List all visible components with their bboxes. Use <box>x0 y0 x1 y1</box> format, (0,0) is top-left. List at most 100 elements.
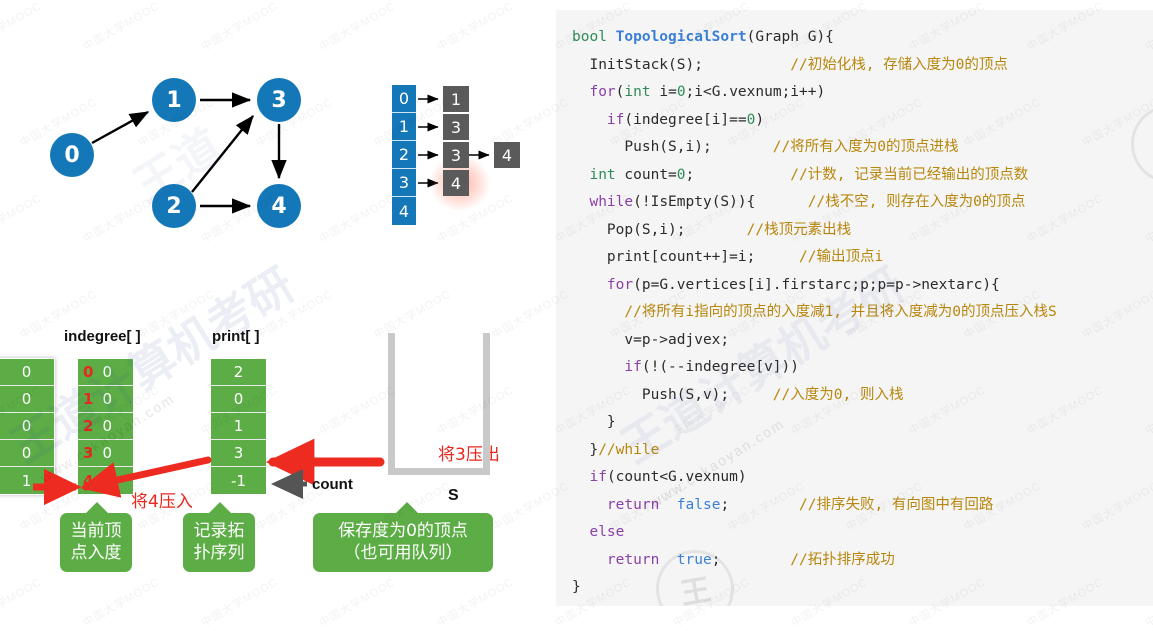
callout-stack-line2: （也可用队列） <box>343 543 463 564</box>
code-token: Pop(S,i); <box>572 221 747 238</box>
code-token: TopologicalSort <box>615 29 747 45</box>
indegree-row: 1 0 <box>78 386 133 413</box>
code-line: if(count<G.vexnum) <box>572 464 1057 492</box>
code-token: (p=G.vertices[i].firstarc;p;p=p->nextarc… <box>633 276 1000 293</box>
indegree-array: 0 0 1 0 2 0 3 0 4 0 <box>78 359 133 494</box>
code-line: else <box>572 519 1057 547</box>
code-line: Push(S,v); //入度为0, 则入栈 <box>572 382 1057 410</box>
adjacency-cell: 3 <box>443 114 469 140</box>
graph-node-4: 4 <box>257 184 301 228</box>
code-token: Push(S,i); <box>572 139 773 155</box>
adjacency-cell: 4 <box>494 142 520 168</box>
print-cell: -1 <box>211 467 266 494</box>
code-line: } <box>572 409 1057 437</box>
indegree-value: 0 <box>102 417 112 435</box>
code-token: false <box>676 496 721 513</box>
print-cell: 1 <box>211 413 266 440</box>
print-array: 2 0 1 3 -1 <box>211 359 266 494</box>
code-line: if(!(--indegree[v])) <box>572 354 1057 382</box>
indegree-index: 1 <box>83 390 94 408</box>
graph-node-3: 3 <box>257 78 301 122</box>
code-line: } <box>572 574 1057 602</box>
code-line: if(indegree[i]==0) <box>572 107 1057 135</box>
diagram-panel: 0 1 2 3 4 0 1 2 3 4 1 3 3 4 4 indegree[ … <box>0 0 530 617</box>
code-token: if <box>589 469 607 485</box>
code-token: //while <box>598 441 660 458</box>
code-token: //输出顶点i <box>798 249 884 265</box>
code-line: //将所有i指向的顶点的入度减1, 并且将入度减为0的顶点压入栈S <box>572 299 1056 327</box>
indegree-row: 2 0 <box>78 413 133 440</box>
indegree-value: 0 <box>102 471 112 490</box>
stack-cell: 0 <box>0 413 54 440</box>
indegree-index: 2 <box>83 417 94 435</box>
code-token: int <box>624 84 651 100</box>
stack-cell: 1 <box>0 467 54 494</box>
indegree-value: 0 <box>102 390 112 408</box>
code-token: if <box>624 359 642 375</box>
code-token: for <box>606 276 634 293</box>
code-token: (!IsEmpty(S)){ <box>633 194 808 210</box>
code-token: return <box>606 496 660 513</box>
code-token: if <box>606 111 625 128</box>
stack-s-label: S <box>448 487 459 504</box>
code-token: 0 <box>676 166 686 183</box>
code-token: v=p->adjvex; <box>572 331 730 348</box>
code-token: Push(S,v); <box>572 386 773 403</box>
callout-print-line1: 记录拓 <box>193 521 245 541</box>
callout-print-line2: 扑序列 <box>193 543 245 564</box>
callout-indegree-line1: 当前顶 <box>70 521 122 541</box>
code-token: ; <box>685 166 791 183</box>
print-cell: 2 <box>211 359 266 386</box>
stack-right-wall <box>483 333 490 475</box>
code-token: //将所有入度为0的顶点进栈 <box>772 139 959 155</box>
code-panel: bool TopologicalSort(Graph G){ InitStack… <box>556 10 1153 606</box>
code-token: ;i<G.vexnum;i++) <box>685 84 826 100</box>
push4-note: 将4压入 <box>131 492 193 512</box>
adjacency-index: 3 <box>392 169 416 197</box>
code-token: 0 <box>676 84 686 100</box>
indegree-index: 3 <box>83 444 94 462</box>
adjacency-cell: 4 <box>443 170 469 196</box>
callout-stack: 保存度为0的顶点 （也可用队列） <box>313 502 493 572</box>
indegree-row: 3 0 <box>78 440 133 467</box>
code-token: count= <box>615 166 677 183</box>
code-line: int count=0; //计数, 记录当前已经输出的顶点数 <box>572 162 1057 190</box>
code-line: return false; //排序失败, 有向图中有回路 <box>572 492 1057 520</box>
code-token: //栈不空, 则存在入度为0的顶点 <box>807 194 1026 210</box>
print-cell: 0 <box>211 386 266 413</box>
adjacency-index: 2 <box>392 141 416 169</box>
code-line: for(int i=0;i<G.vexnum;i++) <box>572 79 1057 107</box>
code-line: Push(S,i); //将所有入度为0的顶点进栈 <box>572 134 1057 162</box>
code-line: InitStack(S); //初始化栈, 存储入度为0的顶点 <box>572 52 1057 80</box>
indegree-row: 0 0 <box>78 359 133 386</box>
code-token: } <box>572 441 599 458</box>
code-token: int <box>589 166 616 183</box>
code-token: //排序失败, 有向图中有回路 <box>799 496 994 513</box>
code-token: else <box>589 524 625 540</box>
indegree-row: 4 0 <box>78 467 133 494</box>
code-line: }//while <box>572 437 1057 465</box>
callout-indegree: 当前顶 点入度 <box>60 502 132 572</box>
code-token: //初始化栈, 存储入度为0的顶点 <box>790 56 1008 73</box>
code-token: //拓扑排序成功 <box>790 551 895 568</box>
code-line: return true; //拓扑排序成功 <box>572 547 1057 575</box>
code-token: return <box>606 551 660 568</box>
callout-stack-line1: 保存度为0的顶点 <box>338 521 468 541</box>
code-token: for <box>589 84 616 100</box>
print-label: print[ ] <box>212 328 260 345</box>
adjacency-cell: 3 <box>443 142 469 168</box>
adjacency-cell: 1 <box>443 86 469 112</box>
code-token: //栈顶元素出栈 <box>746 221 852 238</box>
graph-node-1: 1 <box>152 78 196 122</box>
adjacency-index: 0 <box>392 85 416 113</box>
code-token: while <box>589 194 634 210</box>
